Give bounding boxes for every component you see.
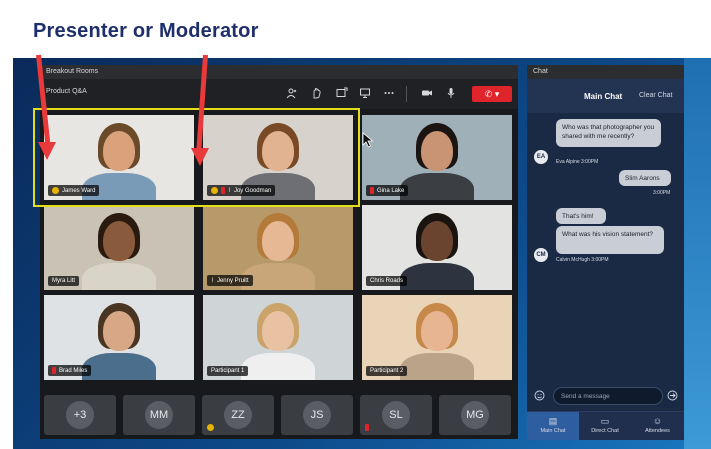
participant-initials-avatar: JS [303, 401, 331, 429]
raise-hand-icon[interactable] [310, 87, 324, 101]
participant-name: Brad Miles [59, 367, 88, 374]
participant-body [400, 353, 474, 380]
participant-thumbnail[interactable]: MG [439, 395, 511, 435]
chat-message-1-meta: Eva Alpine 3:00PM [556, 159, 599, 165]
chat-message-1: Who was that photographer you shared wit… [556, 119, 661, 147]
speech-bubble-icon: ▭ [600, 416, 610, 426]
mic-icon: ⌇ [211, 278, 214, 284]
main-chat-title: Main Chat [584, 92, 623, 101]
participant-name-label: Chris Roads [366, 276, 408, 286]
annotation-arrowhead-right [191, 148, 209, 166]
end-call-button[interactable]: ✆ ▾ [472, 86, 512, 102]
avatar-cm: CM [534, 248, 548, 262]
participant-initials-avatar: MG [461, 401, 489, 429]
participant-face [262, 221, 294, 261]
participant-thumbnail[interactable]: JS [281, 395, 353, 435]
tab-direct-chat[interactable]: ▭ Direct Chat [579, 412, 631, 440]
tab-label: Main Chat [540, 428, 566, 434]
more-icon[interactable] [382, 87, 396, 101]
attendees-icon: ☺ [652, 416, 663, 426]
room-title: Product Q&A [46, 88, 87, 95]
participant-face [103, 311, 135, 351]
chat-message-2-meta: 3:00PM [653, 190, 671, 196]
people-icon[interactable] [285, 87, 299, 101]
participant-body [241, 353, 315, 380]
share-screen-icon[interactable] [335, 87, 349, 101]
annotation-arrowhead-left [38, 142, 56, 160]
tab-main-chat[interactable]: ▤ Main Chat [527, 412, 579, 440]
participant-thumbnail[interactable]: SL [360, 395, 432, 435]
toolbar-divider [406, 86, 407, 102]
participant-face [421, 131, 453, 171]
participant-face [262, 311, 294, 351]
send-icon[interactable] [667, 390, 678, 401]
participant-name: Chris Roads [370, 278, 404, 284]
video-tile[interactable]: Brad Miles [44, 295, 194, 380]
participant-name: Myra Litt [52, 278, 76, 284]
participant-name: Jenny Pruitt [216, 277, 249, 284]
clear-chat-button[interactable]: Clear Chat [639, 92, 672, 99]
participant-body [400, 173, 474, 200]
calendar-chat-icon: ▤ [548, 416, 558, 426]
video-tile[interactable]: Participant 2 [362, 295, 512, 380]
annotation-caption: Presenter or Moderator [33, 20, 259, 42]
video-tile[interactable]: Myra Litt [44, 205, 194, 290]
send-message-input[interactable]: Send a message [553, 387, 663, 405]
presentation-icon[interactable] [358, 87, 372, 101]
participant-name-label: Myra Litt [48, 276, 80, 286]
participant-name-label: ⌇ Jenny Pruitt [207, 275, 253, 286]
participant-face [103, 221, 135, 261]
microphone-icon[interactable] [444, 87, 458, 101]
participant-thumbnail[interactable]: MM [123, 395, 195, 435]
participant-body [82, 353, 156, 380]
participant-body [400, 263, 474, 290]
emoji-icon[interactable] [534, 390, 545, 401]
participant-thumbnail[interactable]: +3 [44, 395, 116, 435]
avatar-ea: EA [534, 150, 548, 164]
camera-icon[interactable] [420, 87, 434, 101]
participant-name-label: Brad Miles [48, 365, 92, 376]
participant-name-label: Participant 1 [207, 366, 249, 376]
participant-thumbnail[interactable]: ZZ [202, 395, 274, 435]
participant-initials-avatar: SL [382, 401, 410, 429]
participant-face [421, 311, 453, 351]
chat-message-4: What was his vision statement? [556, 226, 664, 254]
muted-badge-icon [370, 187, 374, 194]
presenter-badge-icon [207, 424, 214, 431]
participant-name: Participant 2 [370, 368, 404, 374]
participant-name-label: Participant 2 [366, 366, 408, 376]
meeting-toolbar: Product Q&A ✆ ▾ [40, 79, 518, 109]
tab-attendees[interactable]: ☺ Attendees [631, 412, 684, 440]
chat-message-4-meta: Calvin McHugh 3:00PM [556, 257, 609, 263]
participant-initials-avatar: +3 [66, 401, 94, 429]
desktop-background-right [684, 58, 711, 449]
muted-badge-icon [365, 424, 369, 431]
chat-header: Main Chat Clear Chat [527, 79, 684, 113]
participant-body [82, 263, 156, 290]
video-tile[interactable]: Gina Lake [362, 115, 512, 200]
participant-face [421, 221, 453, 261]
chat-window-titlebar: Chat [527, 65, 684, 79]
tab-label: Direct Chat [591, 428, 619, 434]
video-tile[interactable]: Chris Roads [362, 205, 512, 290]
participant-name: Gina Lake [377, 187, 405, 194]
participant-name: Participant 1 [211, 368, 245, 374]
participant-initials-avatar: ZZ [224, 401, 252, 429]
chat-message-3: That's him! [556, 208, 606, 224]
meeting-window-titlebar: Breakout Rooms [40, 65, 518, 79]
participant-name-label: Gina Lake [366, 185, 409, 196]
chat-tab-bar: ▤ Main Chat ▭ Direct Chat ☺ Attendees [527, 411, 684, 440]
chat-message-2: Slim Aarons [619, 170, 671, 186]
mouse-cursor-icon [362, 132, 374, 148]
video-tile[interactable]: ⌇ Jenny Pruitt [203, 205, 353, 290]
participant-initials-avatar: MM [145, 401, 173, 429]
tab-label: Attendees [645, 428, 670, 434]
chat-panel: Chat Main Chat Clear Chat Who was that p… [527, 65, 684, 440]
muted-badge-icon [52, 367, 56, 374]
video-tile[interactable]: Participant 1 [203, 295, 353, 380]
